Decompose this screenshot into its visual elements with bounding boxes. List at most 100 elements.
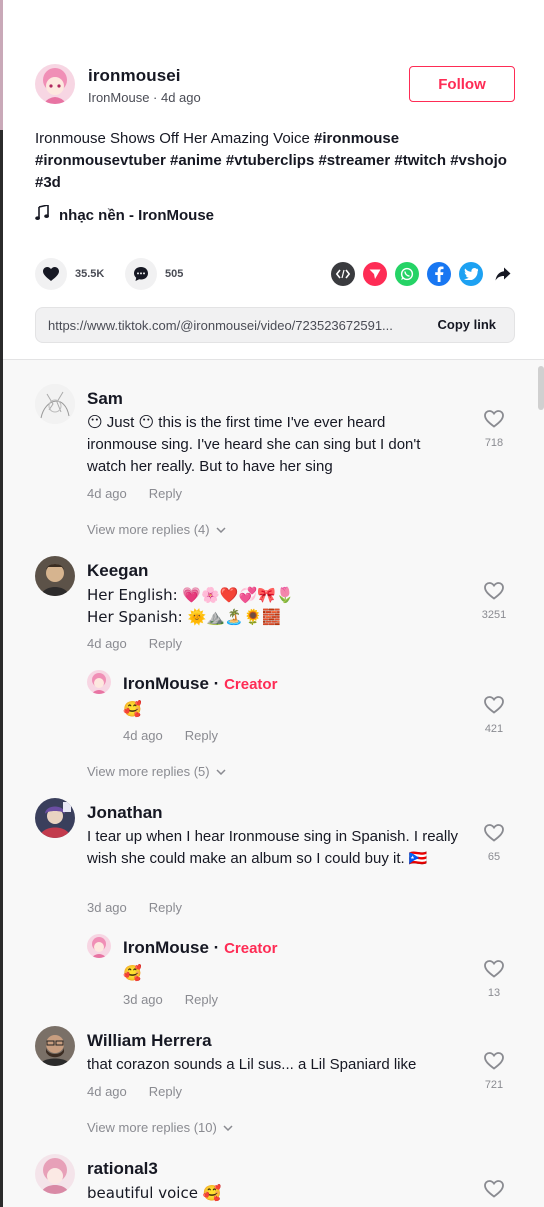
- like-stat[interactable]: 35.5K: [35, 258, 104, 290]
- dot-separator: ·: [208, 674, 225, 693]
- reply-button[interactable]: Reply: [149, 636, 182, 651]
- hashtag[interactable]: #ironmouse: [314, 130, 399, 147]
- chevron-down-icon: [216, 768, 226, 775]
- reply-button[interactable]: Reply: [149, 900, 182, 915]
- creator-badge: Creator: [224, 940, 278, 957]
- heart-outline-icon[interactable]: [484, 696, 504, 714]
- comment-username[interactable]: rational3: [87, 1159, 158, 1179]
- avatar[interactable]: [35, 798, 75, 838]
- comment-like[interactable]: 65: [479, 824, 509, 863]
- comment-meta: 4d ago Reply: [87, 1084, 182, 1099]
- description-text: Ironmouse Shows Off Her Amazing Voice: [35, 130, 315, 147]
- follow-button[interactable]: Follow: [409, 66, 515, 102]
- comment-count: 505: [165, 268, 184, 280]
- comment-stat[interactable]: 505: [125, 258, 183, 290]
- comment-like[interactable]: 721: [479, 1052, 509, 1091]
- view-more-label: View more replies (5): [87, 764, 210, 779]
- comment-username[interactable]: Keegan: [87, 561, 148, 581]
- reply-time: 3d ago: [123, 992, 163, 1007]
- comment-text: that corazon sounds a Lil sus... a Lil S…: [87, 1056, 417, 1073]
- reply-text: 🥰: [123, 700, 142, 718]
- avatar[interactable]: [87, 934, 111, 958]
- avatar[interactable]: [35, 556, 75, 596]
- heart-outline-icon[interactable]: [484, 410, 504, 428]
- author-username[interactable]: ironmousei: [88, 66, 181, 86]
- whatsapp-icon[interactable]: [395, 262, 419, 286]
- reply-username: IronMouse · Creator: [123, 674, 277, 694]
- music-link[interactable]: nhạc nền - IronMouse: [35, 204, 215, 225]
- author-meta: IronMouse · 4d ago: [88, 90, 201, 105]
- hashtag[interactable]: #vshojo: [450, 152, 507, 169]
- avatar[interactable]: [35, 1026, 75, 1066]
- view-more-replies[interactable]: View more replies (10): [87, 1120, 233, 1135]
- like-count: 721: [484, 1079, 504, 1091]
- view-more-label: View more replies (4): [87, 522, 210, 537]
- comment-username[interactable]: Sam: [87, 389, 123, 409]
- hashtag[interactable]: #twitch: [394, 152, 446, 169]
- scrollbar[interactable]: [538, 366, 544, 410]
- comment-username[interactable]: Jonathan: [87, 803, 163, 823]
- avatar[interactable]: [35, 1154, 75, 1194]
- post-description: Ironmouse Shows Off Her Amazing Voice #i…: [35, 128, 525, 194]
- reply-text: 🥰: [123, 964, 142, 982]
- heart-outline-icon[interactable]: [484, 960, 504, 978]
- reply-username: IronMouse · Creator: [123, 938, 277, 958]
- reply-like[interactable]: 13: [479, 960, 509, 999]
- hashtag[interactable]: #3d: [35, 174, 61, 191]
- heart-icon[interactable]: [35, 258, 67, 290]
- heart-outline-icon[interactable]: [484, 1180, 504, 1198]
- share-arrow-icon[interactable]: [491, 262, 515, 286]
- embed-icon[interactable]: [331, 262, 355, 286]
- comments-panel[interactable]: Sam 😶 Just 😶 this is the first time I've…: [3, 359, 544, 1207]
- author-display-name: IronMouse: [88, 90, 150, 105]
- reply-like[interactable]: 421: [479, 696, 509, 735]
- author-avatar[interactable]: [35, 64, 75, 104]
- comment-like[interactable]: 718: [479, 410, 509, 449]
- like-count: 35.5K: [75, 268, 105, 280]
- creator-username[interactable]: IronMouse: [123, 938, 209, 957]
- reply-button[interactable]: Reply: [185, 992, 218, 1007]
- reply-button[interactable]: Reply: [149, 486, 182, 501]
- comment-text: beautiful voice 🥰: [87, 1184, 222, 1202]
- send-icon[interactable]: [363, 262, 387, 286]
- chevron-down-icon: [216, 526, 226, 533]
- music-title: nhạc nền - IronMouse: [59, 206, 215, 224]
- copy-link-button[interactable]: Copy link: [437, 317, 496, 332]
- comment-text: Her English: 💗🌸❤️💞🎀🌷: [87, 586, 295, 604]
- reply-meta: 4d ago Reply: [123, 728, 218, 743]
- twitter-icon[interactable]: [459, 262, 483, 286]
- like-count: 3251: [481, 609, 507, 621]
- music-note-icon: [35, 204, 49, 225]
- hashtag[interactable]: #streamer: [318, 152, 390, 169]
- reply-meta: 3d ago Reply: [123, 992, 218, 1007]
- comment-like[interactable]: 3251: [479, 582, 509, 621]
- view-more-replies[interactable]: View more replies (4): [87, 522, 226, 537]
- creator-badge: Creator: [224, 676, 278, 693]
- avatar[interactable]: [87, 670, 111, 694]
- comment-meta: 4d ago Reply: [87, 636, 182, 651]
- chevron-down-icon: [223, 1124, 233, 1131]
- comment-like[interactable]: [479, 1180, 509, 1203]
- hashtag[interactable]: #ironmousevtuber: [35, 152, 166, 169]
- creator-username[interactable]: IronMouse: [123, 674, 209, 693]
- avatar[interactable]: [35, 384, 75, 424]
- video-url[interactable]: https://www.tiktok.com/@ironmousei/video…: [48, 318, 423, 333]
- heart-outline-icon[interactable]: [484, 1052, 504, 1070]
- comment-username[interactable]: William Herrera: [87, 1031, 212, 1051]
- view-more-replies[interactable]: View more replies (5): [87, 764, 226, 779]
- meta-separator: ·: [149, 90, 161, 105]
- comment-icon[interactable]: [125, 258, 157, 290]
- comment-time: 4d ago: [87, 1084, 127, 1099]
- like-count: 65: [487, 851, 501, 863]
- hashtag[interactable]: #anime: [170, 152, 222, 169]
- facebook-icon[interactable]: [427, 262, 451, 286]
- reply-button[interactable]: Reply: [149, 1084, 182, 1099]
- heart-outline-icon[interactable]: [484, 582, 504, 600]
- heart-outline-icon[interactable]: [484, 824, 504, 842]
- hashtag[interactable]: #vtuberclips: [226, 152, 314, 169]
- reply-button[interactable]: Reply: [185, 728, 218, 743]
- view-more-label: View more replies (10): [87, 1120, 217, 1135]
- video-link-box: https://www.tiktok.com/@ironmousei/video…: [35, 307, 515, 343]
- like-count: 421: [484, 723, 504, 735]
- comment-time: 4d ago: [87, 636, 127, 651]
